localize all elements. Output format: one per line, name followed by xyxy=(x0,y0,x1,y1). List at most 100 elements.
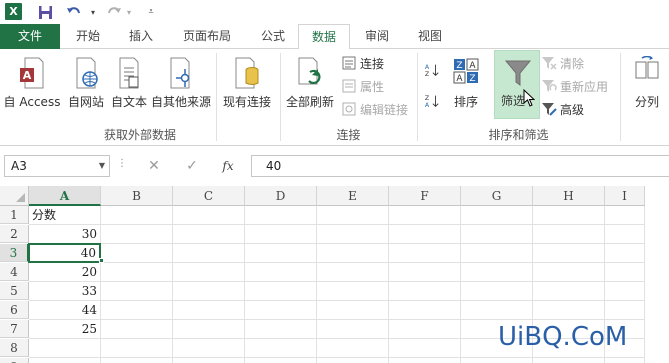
text-to-columns-button[interactable]: 分列 xyxy=(630,53,664,113)
cell-b6[interactable] xyxy=(101,301,173,320)
customize-qat-icon[interactable]: ⩡ xyxy=(145,3,157,21)
cell-b3[interactable] xyxy=(101,244,173,263)
insert-function-button[interactable]: fx xyxy=(214,155,242,177)
cell-f3[interactable] xyxy=(389,244,461,263)
cell-d3[interactable] xyxy=(245,244,317,263)
row-header[interactable]: 2 xyxy=(0,225,29,243)
column-header[interactable]: B xyxy=(101,186,173,206)
cell-i6[interactable] xyxy=(605,301,645,320)
cell-b5[interactable] xyxy=(101,282,173,301)
row-header[interactable]: 5 xyxy=(0,282,29,300)
column-header[interactable]: D xyxy=(245,186,317,206)
enter-icon[interactable]: ✓ xyxy=(178,155,206,177)
row-header[interactable]: 8 xyxy=(0,339,29,357)
cell-e3[interactable] xyxy=(317,244,389,263)
cell-g6[interactable] xyxy=(461,301,533,320)
cell-b7[interactable] xyxy=(101,320,173,339)
cell-i9[interactable] xyxy=(605,358,645,363)
sort-button[interactable]: ZAAZ 排序 xyxy=(449,53,483,113)
cell-a1[interactable]: 分数 xyxy=(29,206,101,225)
cell-c1[interactable] xyxy=(173,206,245,225)
tab-file[interactable]: 文件 xyxy=(0,24,60,49)
cell-g5[interactable] xyxy=(461,282,533,301)
cell-h4[interactable] xyxy=(533,263,605,282)
clear-filter-button[interactable]: 清除 xyxy=(541,54,584,72)
chevron-down-icon[interactable]: ▼ xyxy=(99,156,105,176)
sort-ascending-button[interactable]: AZ xyxy=(424,61,443,79)
cell-c6[interactable] xyxy=(173,301,245,320)
tab-review[interactable]: 审阅 xyxy=(350,24,404,49)
cell-i2[interactable] xyxy=(605,225,645,244)
cell-f7[interactable] xyxy=(389,320,461,339)
cell-b8[interactable] xyxy=(101,339,173,358)
cell-e1[interactable] xyxy=(317,206,389,225)
from-text-button[interactable]: 自文本 xyxy=(110,53,148,113)
cell-a5[interactable]: 33 xyxy=(29,282,101,301)
cell-d2[interactable] xyxy=(245,225,317,244)
cell-b9[interactable] xyxy=(101,358,173,363)
tab-home[interactable]: 开始 xyxy=(60,24,116,49)
fill-handle[interactable] xyxy=(99,258,104,263)
cell-e7[interactable] xyxy=(317,320,389,339)
cell-f1[interactable] xyxy=(389,206,461,225)
cell-b1[interactable] xyxy=(101,206,173,225)
cell-b2[interactable] xyxy=(101,225,173,244)
column-header[interactable]: E xyxy=(317,186,389,206)
cell-f6[interactable] xyxy=(389,301,461,320)
cell-a4[interactable]: 20 xyxy=(29,263,101,282)
undo-dropdown-icon[interactable]: ▾ xyxy=(88,3,98,21)
properties-button[interactable]: 属性 xyxy=(341,77,384,95)
cell-e5[interactable] xyxy=(317,282,389,301)
row-header[interactable]: 4 xyxy=(0,263,29,281)
cell-d5[interactable] xyxy=(245,282,317,301)
reapply-button[interactable]: 重新应用 xyxy=(541,77,608,95)
sort-descending-button[interactable]: ZA xyxy=(424,92,443,110)
row-header[interactable]: 9 xyxy=(0,358,29,363)
cell-b4[interactable] xyxy=(101,263,173,282)
cell-a7[interactable]: 25 xyxy=(29,320,101,339)
formula-bar-splitter-icon[interactable]: ⋮ xyxy=(117,158,127,169)
cell-h3[interactable] xyxy=(533,244,605,263)
cell-f4[interactable] xyxy=(389,263,461,282)
cell-c7[interactable] xyxy=(173,320,245,339)
cell-a9[interactable] xyxy=(29,358,101,363)
cell-c9[interactable] xyxy=(173,358,245,363)
redo-dropdown-icon[interactable]: ▾ xyxy=(124,3,134,21)
cell-e4[interactable] xyxy=(317,263,389,282)
row-header[interactable]: 1 xyxy=(0,206,29,224)
cell-d9[interactable] xyxy=(245,358,317,363)
cell-i3[interactable] xyxy=(605,244,645,263)
cell-i5[interactable] xyxy=(605,282,645,301)
cell-h5[interactable] xyxy=(533,282,605,301)
select-all-button[interactable] xyxy=(0,186,29,206)
cell-c8[interactable] xyxy=(173,339,245,358)
row-header[interactable]: 6 xyxy=(0,301,29,319)
cell-h2[interactable] xyxy=(533,225,605,244)
cell-a6[interactable]: 44 xyxy=(29,301,101,320)
cell-e2[interactable] xyxy=(317,225,389,244)
cell-d7[interactable] xyxy=(245,320,317,339)
edit-links-button[interactable]: 编辑链接 xyxy=(341,100,408,118)
refresh-all-button[interactable]: 全部刷新 xyxy=(286,53,334,113)
column-header[interactable]: C xyxy=(173,186,245,206)
column-header[interactable]: H xyxy=(533,186,605,206)
cell-a2[interactable]: 30 xyxy=(29,225,101,244)
tab-page-layout[interactable]: 页面布局 xyxy=(166,24,248,49)
from-access-button[interactable]: A 自 Access xyxy=(4,53,60,113)
connections-button[interactable]: 连接 xyxy=(341,54,384,72)
cell-a8[interactable] xyxy=(29,339,101,358)
cell-e6[interactable] xyxy=(317,301,389,320)
save-icon[interactable] xyxy=(37,3,53,21)
column-header[interactable]: F xyxy=(389,186,461,206)
cell-d6[interactable] xyxy=(245,301,317,320)
cell-d1[interactable] xyxy=(245,206,317,225)
cell-f5[interactable] xyxy=(389,282,461,301)
cell-g1[interactable] xyxy=(461,206,533,225)
tab-formulas[interactable]: 公式 xyxy=(248,24,298,49)
cell-d8[interactable] xyxy=(245,339,317,358)
cell-f2[interactable] xyxy=(389,225,461,244)
cell-g2[interactable] xyxy=(461,225,533,244)
cell-h1[interactable] xyxy=(533,206,605,225)
cell-i4[interactable] xyxy=(605,263,645,282)
cell-h6[interactable] xyxy=(533,301,605,320)
